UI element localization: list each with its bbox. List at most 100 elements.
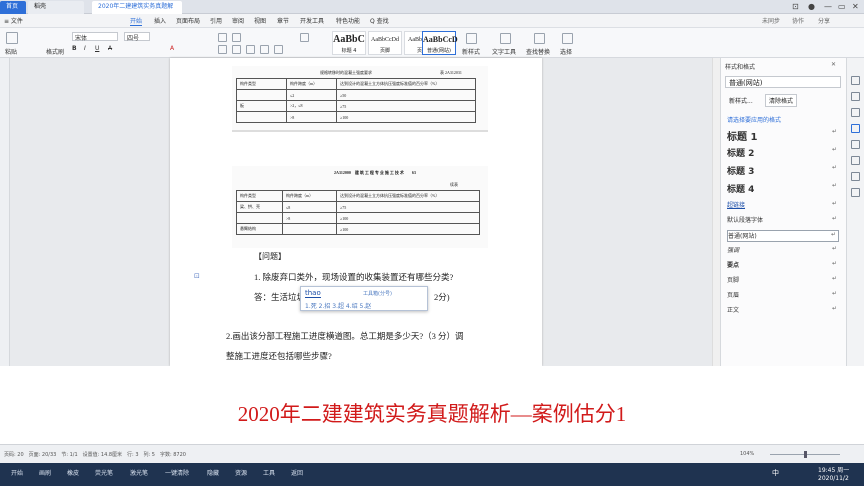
left-nav-strip (0, 58, 10, 366)
menu-home[interactable]: 开始 (130, 16, 143, 26)
style-heading4[interactable]: AaBbC 标题 4 (332, 31, 366, 55)
find-replace-icon[interactable] (534, 33, 545, 44)
minimize-button[interactable]: — (824, 2, 832, 11)
font-size-select[interactable]: 四号 (124, 32, 150, 42)
style-list-item[interactable]: 超链接 ↵ (727, 200, 839, 212)
line-spacing-icon[interactable] (274, 45, 283, 54)
zoom-slider-thumb[interactable] (804, 451, 807, 458)
text-tools-icon[interactable] (500, 33, 511, 44)
new-style-label[interactable]: 新样式 (462, 47, 480, 56)
bold-icon[interactable]: B (72, 45, 77, 52)
taskbar-tool[interactable]: 画刷 (36, 467, 54, 481)
restore-window-icon[interactable]: ⊡ (792, 2, 799, 11)
paste-icon[interactable] (6, 32, 18, 44)
menu-references[interactable]: 引用 (210, 16, 222, 25)
text-tools-label[interactable]: 文字工具 (492, 47, 516, 56)
style-list-item[interactable]: 标题 2 ↵ (727, 146, 839, 161)
taskbar-tool[interactable]: 开始 (8, 467, 26, 481)
tab-home[interactable]: 首页 (0, 1, 26, 14)
menu-insert[interactable]: 插入 (154, 16, 166, 25)
style-list-item[interactable]: 要点 ↵ (727, 260, 839, 272)
style-list-item[interactable]: 标题 1 ↵ (727, 128, 839, 143)
indent-icon[interactable] (300, 33, 309, 42)
tab-document[interactable]: 2020年二建建筑实务真题解析.docx (92, 1, 182, 22)
select-label[interactable]: 选择 (560, 47, 572, 56)
document-page[interactable]: 规格转移时的混凝土强度要求 表 2A312031 构件类型 构件跨度（m） 达到… (170, 58, 542, 366)
maximize-button[interactable]: ▭ (838, 2, 846, 11)
work-area: 规格转移时的混凝土强度要求 表 2A312031 构件类型 构件跨度（m） 达到… (0, 58, 864, 366)
taskbar-tool[interactable]: 工具 (260, 467, 278, 481)
align-right-icon[interactable] (246, 45, 255, 54)
bullet-list-icon[interactable] (218, 33, 227, 42)
settings-icon[interactable] (851, 188, 860, 197)
italic-icon[interactable]: I (84, 45, 86, 52)
current-style-box[interactable]: 普通(网站) (725, 76, 841, 88)
vertical-scrollbar[interactable] (712, 58, 720, 366)
shape-icon[interactable] (851, 108, 860, 117)
tab-daoke[interactable]: 稻壳 (28, 1, 84, 14)
align-left-icon[interactable] (218, 45, 227, 54)
menu-view[interactable]: 视图 (254, 16, 266, 25)
style-preview: AaBbC (333, 34, 365, 45)
number-list-icon[interactable] (232, 33, 241, 42)
style-list-item[interactable]: 普通(网站) ↵ (727, 230, 839, 242)
menu-developer[interactable]: 开发工具 (300, 16, 324, 25)
format-painter-label[interactable]: 格式刷 (46, 47, 64, 56)
style-list-item[interactable]: 正文 ↵ (727, 305, 839, 317)
taskbar-tool[interactable]: 荧光笔 (92, 467, 116, 481)
table1-header-cell: 达到设计的混凝土立方体抗压强度标准值的百分率（%） (336, 78, 476, 90)
navigation-icon[interactable] (851, 156, 860, 165)
taskbar-tool[interactable]: 橡皮 (64, 467, 82, 481)
align-center-icon[interactable] (232, 45, 241, 54)
select-icon[interactable] (562, 33, 573, 44)
style-format-icon[interactable] (851, 76, 860, 85)
edit-icon[interactable] (851, 172, 860, 181)
style-list-item[interactable]: 标题 3 ↵ (727, 164, 839, 179)
avatar-icon[interactable]: ● (808, 2, 815, 11)
ime-candidates[interactable]: 1.死 2.招 3.超 4.绍 5.赵 (305, 301, 371, 310)
menu-review[interactable]: 审阅 (232, 16, 244, 25)
style-list-item[interactable]: 标题 4 ↵ (727, 182, 839, 197)
style-normal-web[interactable]: AaBbCcD 普通(网站) (422, 31, 458, 55)
comment-icon[interactable]: ⊡ (194, 272, 200, 280)
table1: 构件类型 构件跨度（m） 达到设计的混凝土立方体抗压强度标准值的百分率（%） ≤… (236, 78, 476, 123)
select-arrow-icon[interactable] (851, 140, 860, 149)
find-replace-label[interactable]: 查找替换 (526, 47, 550, 56)
menu-page-layout[interactable]: 页面布局 (176, 16, 200, 25)
taskbar-tool[interactable]: 隐藏 (204, 467, 222, 481)
font-color-icon[interactable]: A (170, 45, 174, 52)
style-footer[interactable]: AaBbCcDd 页脚 (368, 31, 402, 55)
answer-1-start: 答：生活垃圾 (254, 292, 306, 302)
style-list-item[interactable]: 默认段落字体 ↵ (727, 215, 839, 227)
menu-file[interactable]: ≡ 文件 (4, 16, 23, 25)
font-name-select[interactable]: 宋体 (72, 32, 118, 42)
language-indicator[interactable]: 中 (772, 468, 779, 478)
close-button[interactable]: ✕ (852, 2, 859, 11)
new-style-icon[interactable] (466, 33, 477, 44)
new-style-button[interactable]: 新样式... (729, 96, 753, 105)
panel-close-icon[interactable]: ✕ (831, 61, 836, 68)
menu-features[interactable]: 特色功能 (336, 16, 360, 25)
taskbar-tool[interactable]: 返回 (288, 467, 306, 481)
style-list-item[interactable]: 强调 ↵ (727, 245, 839, 257)
clear-format-button[interactable]: 清除格式 (765, 94, 798, 107)
share-button[interactable]: 分享 (818, 16, 830, 25)
toolbox-icon[interactable] (851, 92, 860, 101)
underline-icon[interactable]: U (95, 45, 99, 52)
ime-candidate-popup[interactable]: thao 工具箱(分号) 1.死 2.招 3.超 4.绍 5.赵 (300, 286, 428, 311)
style-list-item[interactable]: 页眉 ↵ (727, 290, 839, 302)
paste-label[interactable]: 粘贴 (5, 47, 17, 56)
collaborate-button[interactable]: 协作 (792, 16, 804, 25)
taskbar-tool[interactable]: 一键清除 (162, 467, 192, 481)
justify-icon[interactable] (260, 45, 269, 54)
zoom-level[interactable]: 104% (740, 451, 754, 457)
taskbar-tool[interactable]: 资源 (232, 467, 250, 481)
menu-chapter[interactable]: 章节 (277, 16, 289, 25)
sync-status[interactable]: 未同步 (762, 16, 780, 25)
menu-search[interactable]: Q 查找 (370, 16, 389, 25)
format-brush-icon[interactable] (851, 124, 860, 133)
style-list-item[interactable]: 页脚 ↵ (727, 275, 839, 287)
taskbar-tool[interactable]: 激光笔 (127, 467, 151, 481)
strikethrough-icon[interactable]: A (108, 45, 112, 52)
clock-date: 2020/11/2 (818, 475, 849, 482)
